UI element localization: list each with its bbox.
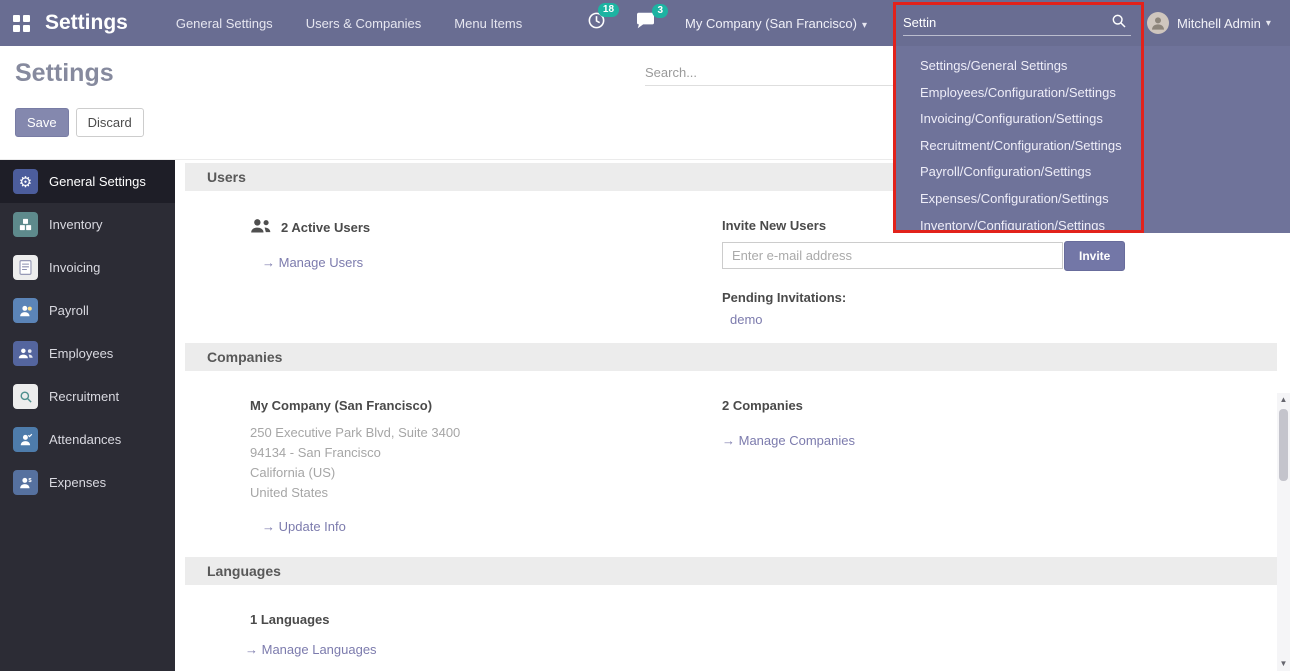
discard-button[interactable]: Discard (76, 108, 144, 137)
avatar (1147, 12, 1169, 34)
gear-icon: ⚙ (13, 169, 38, 194)
top-menu: General Settings Users & Companies Menu … (176, 16, 555, 31)
search-result[interactable]: Employees/Configuration/Settings (920, 80, 1290, 107)
user-name: Mitchell Admin (1177, 16, 1261, 31)
navbar-search (893, 0, 1143, 46)
section-header-languages: Languages (185, 557, 1277, 585)
search-result[interactable]: Payroll/Configuration/Settings (920, 159, 1290, 186)
company-address: 250 Executive Park Blvd, Suite 3400 9413… (250, 423, 722, 503)
chevron-down-icon: ▾ (1266, 18, 1271, 29)
navbar-right: 18 3 My Company (San Francisco)▾ (587, 0, 1290, 46)
activity-menu[interactable]: 18 (587, 11, 606, 35)
manage-users-link[interactable]: Manage Users (262, 255, 363, 270)
search-result[interactable]: Recruitment/Configuration/Settings (920, 133, 1290, 160)
sidebar-item-employees[interactable]: Employees (0, 332, 175, 375)
save-button[interactable]: Save (15, 108, 69, 137)
invite-email-input[interactable] (722, 242, 1063, 269)
menu-menu-items[interactable]: Menu Items (454, 16, 522, 31)
companies-count: 2 Companies (722, 398, 1277, 413)
vertical-scrollbar[interactable]: ▲ ▼ (1277, 393, 1290, 671)
payroll-icon (13, 298, 38, 323)
user-menu[interactable]: Mitchell Admin ▾ (1143, 12, 1290, 34)
search-suggestions-panel: Settings/General Settings Employees/Conf… (895, 46, 1290, 233)
messages-badge: 3 (652, 4, 668, 18)
search-result[interactable]: Inventory/Configuration/Settings (920, 213, 1290, 240)
sidebar-item-expenses[interactable]: $ Expenses (0, 461, 175, 504)
apps-menu-icon[interactable] (13, 15, 30, 32)
navbar-search-input[interactable] (903, 10, 1131, 36)
scroll-down-icon[interactable]: ▼ (1280, 657, 1288, 671)
invite-button[interactable]: Invite (1064, 241, 1125, 271)
update-info-link[interactable]: Update Info (262, 519, 346, 534)
search-result[interactable]: Expenses/Configuration/Settings (920, 186, 1290, 213)
settings-search (645, 60, 895, 86)
pending-invitee-link[interactable]: demo (730, 312, 763, 327)
users-icon (250, 218, 281, 237)
manage-languages-link[interactable]: Manage Languages (245, 642, 377, 657)
attendances-icon (13, 427, 38, 452)
settings-search-input[interactable] (645, 60, 895, 86)
employees-icon (13, 341, 38, 366)
chat-icon (636, 12, 655, 34)
active-users-line: 2 Active Users (250, 218, 722, 237)
section-header-companies: Companies (185, 343, 1277, 371)
sidebar-item-attendances[interactable]: Attendances (0, 418, 175, 461)
control-panel-buttons: Save Discard (15, 108, 144, 137)
expenses-icon: $ (13, 470, 38, 495)
menu-users-companies[interactable]: Users & Companies (306, 16, 422, 31)
settings-sidebar: ⚙ General Settings Inventory Invoicing (0, 160, 175, 671)
recruitment-icon (13, 384, 38, 409)
languages-count: 1 Languages (250, 612, 722, 627)
companies-section: My Company (San Francisco) 250 Executive… (175, 371, 1277, 557)
invoicing-icon (13, 255, 38, 280)
screen: Settings General Settings Users & Compan… (0, 0, 1290, 671)
inventory-icon (13, 212, 38, 237)
company-switcher[interactable]: My Company (San Francisco)▾ (685, 16, 867, 31)
chevron-down-icon: ▾ (862, 20, 867, 31)
search-result[interactable]: Settings/General Settings (920, 53, 1290, 80)
top-navbar: Settings General Settings Users & Compan… (0, 0, 1290, 46)
scrollbar-thumb[interactable] (1279, 409, 1288, 481)
search-result[interactable]: Invoicing/Configuration/Settings (920, 106, 1290, 133)
pending-invitations-label: Pending Invitations: (722, 290, 1277, 305)
activity-badge: 18 (598, 3, 619, 17)
page-title: Settings (15, 59, 114, 88)
sidebar-item-invoicing[interactable]: Invoicing (0, 246, 175, 289)
app-name[interactable]: Settings (45, 11, 128, 35)
sidebar-item-payroll[interactable]: Payroll (0, 289, 175, 332)
sidebar-item-recruitment[interactable]: Recruitment (0, 375, 175, 418)
svg-text:$: $ (28, 477, 32, 483)
menu-general-settings[interactable]: General Settings (176, 16, 273, 31)
manage-companies-link[interactable]: Manage Companies (722, 433, 855, 448)
company-name: My Company (San Francisco) (250, 398, 722, 413)
scroll-up-icon[interactable]: ▲ (1280, 393, 1288, 407)
sidebar-item-general-settings[interactable]: ⚙ General Settings (0, 160, 175, 203)
messages-menu[interactable]: 3 (636, 12, 655, 34)
languages-section: 1 Languages Manage Languages (175, 585, 1277, 659)
sidebar-item-inventory[interactable]: Inventory (0, 203, 175, 246)
